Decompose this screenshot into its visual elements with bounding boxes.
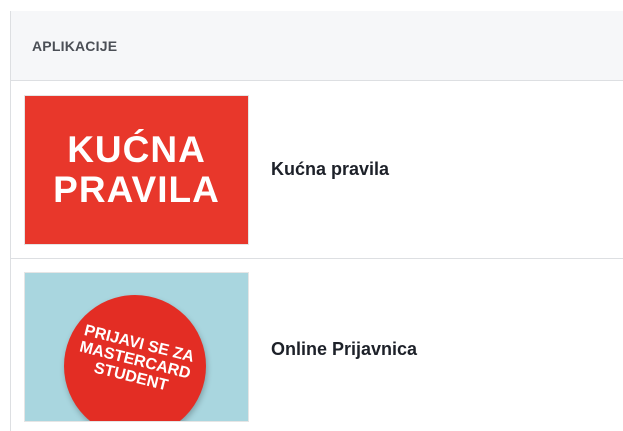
apps-section-title: APLIKACIJE — [32, 37, 118, 54]
badge-text: PRIJAVI SE ZA MASTERCARD STUDENT — [66, 320, 204, 401]
app-name-online-prijavnica[interactable]: Online Prijavnica — [271, 339, 417, 360]
thumbnail-text-line: PRAVILA — [53, 168, 220, 210]
thumbnail-text-line: KUĆNA — [67, 128, 206, 170]
online-prijavnica-thumbnail[interactable]: PRIJAVI SE ZA MASTERCARD STUDENT — [24, 272, 249, 422]
app-item-kucna-pravila[interactable]: KUĆNA PRAVILA Kućna pravila — [11, 81, 623, 259]
mastercard-student-badge: PRIJAVI SE ZA MASTERCARD STUDENT — [64, 295, 206, 421]
apps-panel: APLIKACIJE KUĆNA PRAVILA Kućna pravila P… — [10, 11, 623, 431]
kucna-pravila-thumbnail[interactable]: KUĆNA PRAVILA — [24, 94, 249, 245]
apps-header: APLIKACIJE — [11, 11, 623, 81]
app-item-online-prijavnica[interactable]: PRIJAVI SE ZA MASTERCARD STUDENT Online … — [11, 259, 623, 431]
app-name-kucna-pravila[interactable]: Kućna pravila — [271, 159, 389, 180]
